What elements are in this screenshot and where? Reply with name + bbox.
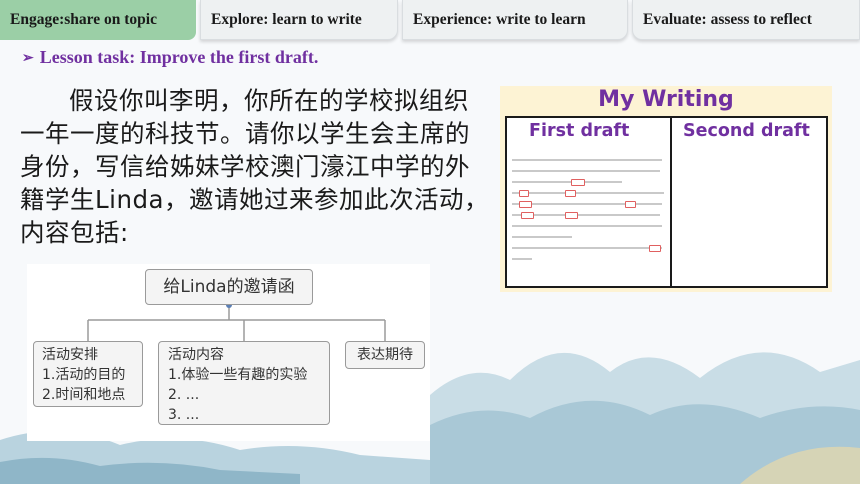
top-nav-tabs: Engage:share on topic Explore: learn to … [0, 0, 860, 42]
branch-title: 活动内容 [168, 347, 224, 363]
draft-correction-mark [519, 201, 532, 208]
draft-correction-mark [519, 190, 529, 197]
draft-table: First draft Second draft [505, 116, 828, 288]
draft-correction-mark [565, 190, 576, 197]
branch-item: 1.体验一些有趣的实验 [168, 367, 308, 383]
first-draft-header: First draft [529, 121, 630, 141]
draft-text-line [512, 181, 622, 183]
first-draft-column [507, 118, 672, 286]
mind-map-root: 给Linda的邀请函 [145, 269, 313, 305]
tab-experience[interactable]: Experience: write to learn [402, 0, 628, 40]
tab-evaluate[interactable]: Evaluate: assess to reflect [632, 0, 860, 40]
draft-text-line [512, 203, 662, 205]
second-draft-header: Second draft [683, 121, 810, 141]
draft-correction-mark [649, 245, 661, 252]
mind-map-branch-expectation: 表达期待 [345, 341, 425, 369]
tab-engage[interactable]: Engage:share on topic [0, 0, 196, 40]
draft-text-line [512, 170, 660, 172]
draft-correction-mark [625, 201, 636, 208]
branch-title: 活动安排 [42, 347, 98, 363]
draft-correction-mark [571, 179, 585, 186]
my-writing-title: My Writing [598, 87, 734, 112]
draft-text-line [512, 236, 572, 238]
lesson-task-text: Lesson task: Improve the first draft. [39, 47, 319, 67]
draft-text-line [512, 258, 532, 260]
mind-map-branch-content: 活动内容 1.体验一些有趣的实验 2. ... 3. ... [158, 341, 330, 425]
tab-explore[interactable]: Explore: learn to write [200, 0, 398, 40]
writing-prompt: 假设你叫李明，你所在的学校拟组织一年一度的科技节。请你以学生会主席的身份，写信给… [20, 86, 490, 247]
branch-item: 2.时间和地点 [42, 387, 126, 403]
draft-correction-mark [521, 212, 534, 219]
draft-text-line [512, 225, 662, 227]
branch-item: 2. ... [168, 387, 200, 403]
branch-item: 1.活动的目的 [42, 367, 126, 383]
mind-map: 给Linda的邀请函 活动安排 1.活动的目的 2.时间和地点 活动内容 1.体… [27, 264, 430, 441]
draft-text-line [512, 159, 662, 161]
arrow-bullet-icon: ➢ [22, 51, 34, 66]
draft-correction-mark [565, 212, 578, 219]
my-writing-panel: My Writing First draft Second draft [500, 86, 832, 292]
lesson-task: ➢ Lesson task: Improve the first draft. [22, 47, 318, 68]
branch-item: 3. ... [168, 407, 200, 423]
draft-text-line [512, 214, 660, 216]
draft-text-line [512, 192, 664, 194]
mind-map-branch-arrangement: 活动安排 1.活动的目的 2.时间和地点 [33, 341, 143, 407]
draft-text-line [512, 247, 662, 249]
